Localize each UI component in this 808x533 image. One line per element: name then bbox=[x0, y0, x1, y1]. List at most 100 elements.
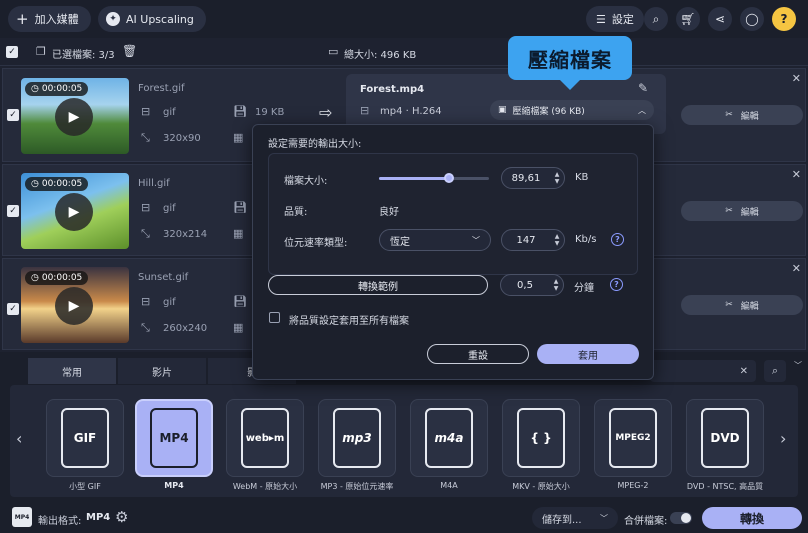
clock-icon: ◷ bbox=[31, 179, 39, 189]
film-icon: ▦ bbox=[233, 321, 244, 334]
mp4-icon: MP4 bbox=[150, 408, 198, 468]
play-button[interactable]: ▶ bbox=[55, 98, 93, 136]
help-icon[interactable]: ? bbox=[610, 278, 623, 291]
file-size-icon: ▭ bbox=[328, 45, 339, 58]
tab-common[interactable]: 常用 bbox=[28, 358, 116, 384]
edit-name-icon[interactable]: ✎ bbox=[638, 81, 648, 95]
account-button[interactable]: ◯ bbox=[740, 7, 764, 31]
play-button[interactable]: ▶ bbox=[55, 287, 93, 325]
file-size-stepper[interactable]: 89,61 ▲ ▼ bbox=[501, 167, 565, 189]
settings-sliders-icon: ☰ bbox=[596, 12, 606, 26]
clock-icon: ◷ bbox=[31, 84, 39, 94]
file-size-unit: KB bbox=[575, 172, 589, 183]
film-icon: ▦ bbox=[233, 131, 244, 144]
duration-badge: ◷ 00:00:05 bbox=[25, 271, 89, 285]
format-search-button[interactable]: ⌕ bbox=[764, 360, 786, 382]
video-thumbnail[interactable]: ◷ 00:00:05 ▶ bbox=[21, 173, 129, 249]
output-file-name: Forest.mp4 bbox=[360, 84, 425, 95]
play-icon: ▶ bbox=[68, 298, 80, 314]
remove-file-icon[interactable]: ✕ bbox=[792, 168, 801, 181]
apply-all-label: 將品質設定套用至所有檔案 bbox=[289, 316, 409, 327]
chevron-down-icon: ﹀ bbox=[472, 235, 480, 245]
mpeg2-icon: MPEG2 bbox=[609, 408, 657, 468]
settings-button[interactable]: ☰ 設定 bbox=[586, 6, 644, 32]
compression-settings-popup: 設定需要的輸出大小: 檔案大小: 89,61 ▲ ▼ KB 品質: 良好 位元速率… bbox=[252, 124, 654, 380]
apply-button[interactable]: 套用 bbox=[537, 344, 639, 364]
cart-button[interactable]: 🛒︎ bbox=[676, 7, 700, 31]
format-label: WebM - 原始大小 bbox=[232, 482, 298, 491]
file-checkbox[interactable]: ✓ bbox=[7, 109, 19, 121]
format-label: M4A bbox=[440, 481, 458, 490]
webm-icon: web▸m bbox=[241, 408, 289, 468]
edit-button[interactable]: ✂ 編輯 bbox=[681, 201, 803, 221]
file-resolution: 320x90 bbox=[163, 133, 201, 144]
format-mpeg2[interactable]: MPEG2 bbox=[594, 399, 672, 477]
collapse-panel-icon[interactable]: ﹀ bbox=[794, 360, 802, 371]
help-icon[interactable]: ? bbox=[611, 233, 624, 246]
search-button[interactable]: ⌕ bbox=[644, 7, 668, 31]
format-dvd[interactable]: DVD bbox=[686, 399, 764, 477]
bitrate-type-dropdown[interactable]: 恆定 ﹀ bbox=[379, 229, 491, 251]
sample-duration-unit: 分鐘 bbox=[574, 283, 594, 294]
slider-fill bbox=[379, 177, 450, 180]
merge-files-toggle[interactable] bbox=[670, 512, 692, 524]
file-checkbox[interactable]: ✓ bbox=[7, 205, 19, 217]
gif-icon: GIF bbox=[61, 408, 109, 468]
help-button[interactable]: ? bbox=[772, 7, 796, 31]
resize-icon: ⤡ bbox=[141, 227, 150, 240]
chevron-right-icon[interactable]: › bbox=[780, 429, 786, 448]
share-button[interactable]: ⋖ bbox=[708, 7, 732, 31]
compress-file-button[interactable]: ▣ 壓縮檔案 (96 KB) ︿ bbox=[490, 100, 654, 120]
edit-button[interactable]: ✂ 編輯 bbox=[681, 295, 803, 315]
stepper-arrows-icon[interactable]: ▲ ▼ bbox=[550, 171, 564, 185]
file-size-slider[interactable] bbox=[379, 173, 489, 183]
remove-file-icon[interactable]: ✕ bbox=[792, 72, 801, 85]
play-button[interactable]: ▶ bbox=[55, 193, 93, 231]
format-search-input[interactable]: ✕ bbox=[650, 360, 756, 382]
output-codec: mp4 · H.264 bbox=[380, 106, 442, 117]
format-icon: ⊟ bbox=[141, 201, 151, 214]
stepper-arrows-icon[interactable]: ▲ ▼ bbox=[549, 278, 563, 292]
apply-all-checkbox[interactable] bbox=[269, 312, 280, 323]
slider-handle[interactable] bbox=[444, 173, 455, 183]
chevron-down-icon: ﹀ bbox=[600, 513, 608, 523]
video-thumbnail[interactable]: ◷ 00:00:05 ▶ bbox=[21, 78, 129, 154]
resize-icon: ⤡ bbox=[141, 131, 150, 144]
clock-icon: ◷ bbox=[31, 273, 39, 283]
add-media-button[interactable]: + 加入媒體 bbox=[8, 6, 91, 32]
format-mp4[interactable]: MP4 bbox=[135, 399, 213, 477]
tab-video[interactable]: 影片 bbox=[118, 358, 206, 384]
delete-icon[interactable]: 🗑︎ bbox=[122, 44, 137, 58]
file-name: Forest.gif bbox=[138, 83, 185, 94]
bitrate-stepper[interactable]: 147 ▲ ▼ bbox=[501, 229, 565, 251]
convert-button[interactable]: 轉換 bbox=[702, 507, 802, 529]
select-all-checkbox[interactable]: ✓ bbox=[6, 46, 18, 58]
format-mp3[interactable]: mp3 bbox=[318, 399, 396, 477]
format-webm[interactable]: web▸m bbox=[226, 399, 304, 477]
chevron-left-icon[interactable]: ‹ bbox=[16, 429, 22, 448]
file-name: Hill.gif bbox=[138, 178, 170, 189]
plus-icon: + bbox=[16, 10, 29, 28]
file-size: 19 KB bbox=[255, 107, 285, 118]
ai-upscaling-button[interactable]: ✦ AI Upscaling bbox=[98, 6, 206, 32]
file-toolbar: ✓ ❐ 已選檔案: 3/3 🗑︎ ▭ 總大小: 496 KB bbox=[0, 38, 808, 66]
edit-button[interactable]: ✂ 編輯 bbox=[681, 105, 803, 125]
convert-sample-button[interactable]: 轉換範例 bbox=[268, 275, 488, 295]
files-icon: ❐ bbox=[36, 45, 46, 58]
file-checkbox[interactable]: ✓ bbox=[7, 303, 19, 315]
format-gif[interactable]: GIF bbox=[46, 399, 124, 477]
remove-file-icon[interactable]: ✕ bbox=[792, 262, 801, 275]
format-mkv[interactable]: { } bbox=[502, 399, 580, 477]
video-thumbnail[interactable]: ◷ 00:00:05 ▶ bbox=[21, 267, 129, 343]
close-icon[interactable]: ✕ bbox=[740, 366, 748, 377]
toggle-knob bbox=[681, 513, 691, 523]
output-format-label: 輸出格式: bbox=[38, 516, 82, 527]
save-to-dropdown[interactable]: 儲存到... ﹀ bbox=[532, 507, 618, 529]
stepper-arrows-icon[interactable]: ▲ ▼ bbox=[550, 233, 564, 247]
gear-icon[interactable]: ⚙ bbox=[115, 508, 128, 526]
format-label: MP4 bbox=[164, 481, 184, 490]
reset-button[interactable]: 重設 bbox=[427, 344, 529, 364]
sample-duration-stepper[interactable]: 0,5 ▲ ▼ bbox=[500, 274, 564, 296]
merge-files-label: 合併檔案: bbox=[624, 516, 668, 527]
format-m4a[interactable]: m4a bbox=[410, 399, 488, 477]
